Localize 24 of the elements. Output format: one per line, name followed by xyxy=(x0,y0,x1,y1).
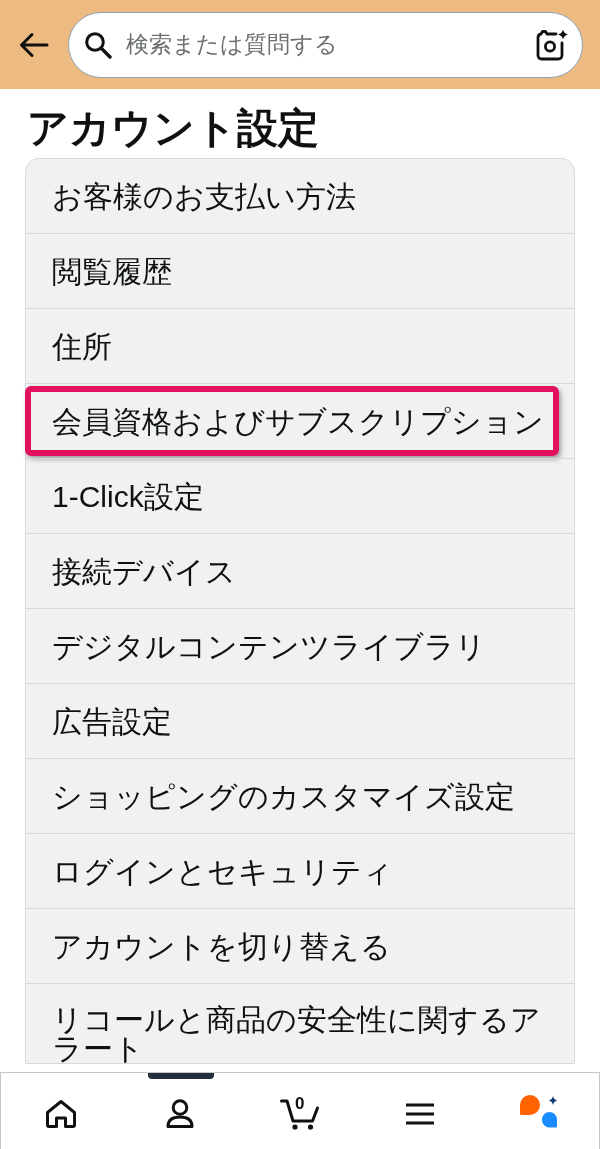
settings-menu-item[interactable]: 会員資格およびサブスクリプション xyxy=(26,383,574,458)
home-icon xyxy=(44,1098,77,1129)
cart-tab[interactable]: 0 xyxy=(240,1073,360,1149)
person-icon xyxy=(166,1098,195,1129)
cart-count: 0 xyxy=(295,1094,305,1112)
camera-sparkle-icon[interactable] xyxy=(535,28,569,61)
settings-menu-item[interactable]: デジタルコンテンツライブラリ xyxy=(26,608,574,683)
settings-menu-item[interactable]: 住所 xyxy=(26,308,574,383)
settings-menu-item[interactable]: 1-Click設定 xyxy=(26,458,574,533)
settings-menu-item[interactable]: 広告設定 xyxy=(26,683,574,758)
search-bar[interactable]: 検索または質問する xyxy=(68,11,583,78)
page-title: アカウント設定 xyxy=(27,103,319,153)
settings-menu-item[interactable]: ショッピングのカスタマイズ設定 xyxy=(26,758,574,833)
settings-menu-item[interactable]: 閲覧履歴 xyxy=(26,233,574,308)
search-icon xyxy=(84,30,112,59)
search-field[interactable]: 検索または質問する xyxy=(126,24,535,65)
cart-icon xyxy=(280,1097,320,1130)
settings-menu-item[interactable]: リコールと商品の安全性に関するアラート xyxy=(26,983,574,1063)
settings-menu-item[interactable]: 接続デバイス xyxy=(26,533,574,608)
menu-icon xyxy=(404,1101,435,1126)
back-arrow-icon xyxy=(19,31,49,58)
settings-menu-item[interactable]: お客様のお支払い方法 xyxy=(26,159,574,233)
settings-menu-item[interactable]: アカウントを切り替える xyxy=(26,908,574,983)
settings-menu-item[interactable]: ログインとセキュリティ xyxy=(26,833,574,908)
